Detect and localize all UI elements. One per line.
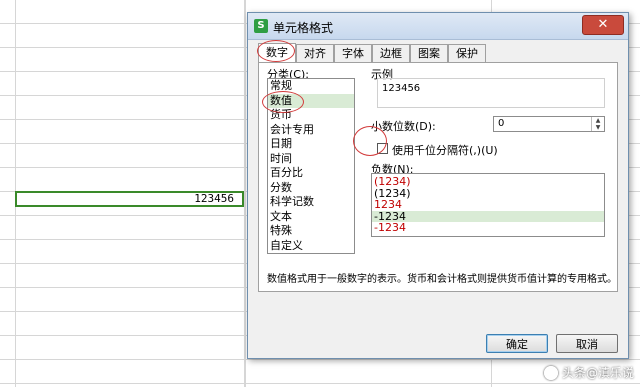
watermark-text: 头条@滇乐说 bbox=[561, 366, 634, 380]
annotation-ring-category bbox=[262, 91, 304, 113]
sample-box: 123456 bbox=[377, 78, 605, 108]
category-item-date[interactable]: 日期 bbox=[268, 137, 354, 152]
wps-app-icon: S bbox=[254, 19, 268, 33]
category-item-text[interactable]: 文本 bbox=[268, 210, 354, 225]
format-description: 数值格式用于一般数字的表示。货币和会计格式则提供货币值计算的专用格式。 bbox=[267, 274, 617, 285]
ok-button[interactable]: 确定 bbox=[486, 334, 548, 353]
category-item-fraction[interactable]: 分数 bbox=[268, 181, 354, 196]
tab-border[interactable]: 边框 bbox=[372, 44, 410, 62]
tab-alignment[interactable]: 对齐 bbox=[296, 44, 334, 62]
category-item-custom[interactable]: 自定义 bbox=[268, 239, 354, 254]
dialog-title: 单元格格式 bbox=[273, 21, 334, 35]
tab-protection[interactable]: 保护 bbox=[448, 44, 486, 62]
watermark: 头条@滇乐说 bbox=[543, 364, 634, 381]
column-line bbox=[244, 0, 245, 387]
decimal-places-spinner[interactable]: 0 ▲ ▼ bbox=[493, 116, 605, 132]
thousands-separator-label[interactable]: 使用千位分隔符(,)(U) bbox=[392, 142, 498, 158]
negative-option[interactable]: -1234 bbox=[372, 222, 604, 234]
selected-cell[interactable]: 123456 bbox=[15, 191, 244, 207]
tab-pattern[interactable]: 图案 bbox=[410, 44, 448, 62]
negative-numbers-list[interactable]: (1234) (1234) 1234 -1234 -1234 bbox=[371, 173, 605, 237]
negative-option[interactable]: -1234 bbox=[372, 211, 604, 223]
dialog-titlebar: S 单元格格式 ✕ bbox=[248, 13, 628, 40]
category-item-time[interactable]: 时间 bbox=[268, 152, 354, 167]
close-button[interactable]: ✕ bbox=[582, 15, 624, 35]
category-item-scientific[interactable]: 科学记数 bbox=[268, 195, 354, 210]
decimal-places-value: 0 bbox=[498, 118, 505, 129]
negative-option[interactable]: 1234 bbox=[372, 199, 604, 211]
negative-option[interactable]: (1234) bbox=[372, 176, 604, 188]
category-item-percentage[interactable]: 百分比 bbox=[268, 166, 354, 181]
category-item-special[interactable]: 特殊 bbox=[268, 224, 354, 239]
negative-option[interactable]: (1234) bbox=[372, 187, 604, 200]
tab-font[interactable]: 字体 bbox=[334, 44, 372, 62]
format-cells-dialog: S 单元格格式 ✕ 数字 对齐 字体 边框 图案 保护 分类(C): 常规 数值… bbox=[247, 12, 629, 359]
category-item-accounting[interactable]: 会计专用 bbox=[268, 123, 354, 138]
number-tab-panel: 分类(C): 常规 数值 货币 会计专用 日期 时间 百分比 分数 科学记数 文… bbox=[258, 62, 618, 292]
annotation-ring-checkbox bbox=[353, 126, 387, 156]
spinner-arrows-icon[interactable]: ▲ ▼ bbox=[591, 117, 604, 131]
annotation-ring-tab bbox=[257, 40, 295, 62]
sample-value: 123456 bbox=[382, 83, 421, 94]
cancel-button[interactable]: 取消 bbox=[556, 334, 618, 353]
watermark-logo-icon bbox=[543, 365, 558, 380]
